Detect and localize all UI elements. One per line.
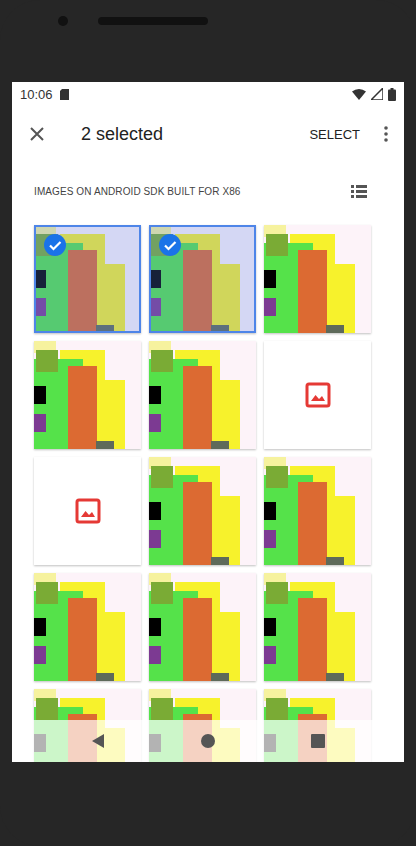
broken-image-icon <box>75 498 101 524</box>
battery-icon <box>388 88 396 101</box>
app-bar: 2 selectedSELECT <box>12 106 404 162</box>
subheader: IMAGES ON ANDROID SDK BUILT FOR X86 <box>12 162 404 220</box>
grid-item[interactable] <box>149 341 256 449</box>
list-view-icon[interactable] <box>351 185 367 198</box>
thumbnail <box>34 341 141 449</box>
wifi-icon <box>352 88 366 100</box>
grid-area <box>12 220 404 762</box>
close-icon[interactable] <box>29 126 45 142</box>
grid-item[interactable] <box>149 573 256 681</box>
image-grid <box>34 225 404 762</box>
screen: 10:06 2 selectedSELECT IMAGES ON ANDROID S… <box>12 82 404 762</box>
selection-title: 2 selected <box>81 124 309 145</box>
grid-item[interactable] <box>34 341 141 449</box>
check-icon <box>159 234 181 256</box>
grid-item[interactable] <box>264 341 371 449</box>
grid-item[interactable] <box>264 225 371 333</box>
select-button[interactable]: SELECT <box>309 123 360 146</box>
grid-item[interactable] <box>34 457 141 565</box>
broken-image-icon <box>305 382 331 408</box>
recents-icon[interactable] <box>311 734 325 748</box>
thumbnail <box>264 225 371 333</box>
thumbnail <box>149 573 256 681</box>
grid-item[interactable] <box>149 225 256 333</box>
thumbnail <box>149 341 256 449</box>
grid-item[interactable] <box>149 457 256 565</box>
grid-item[interactable] <box>264 457 371 565</box>
status-time: 10:06 <box>20 87 53 102</box>
thumbnail <box>264 573 371 681</box>
speaker-icon <box>98 17 208 25</box>
more-icon[interactable] <box>384 126 388 142</box>
thumbnail <box>149 457 256 565</box>
sd-card-icon <box>60 89 69 100</box>
emulator-frame: 10:06 2 selectedSELECT IMAGES ON ANDROID S… <box>0 0 416 846</box>
thumbnail <box>34 573 141 681</box>
grid-item[interactable] <box>34 573 141 681</box>
check-icon <box>44 234 66 256</box>
grid-item[interactable] <box>34 225 141 333</box>
navigation-bar <box>12 720 404 762</box>
camera-icon <box>58 16 68 26</box>
signal-icon <box>371 88 383 100</box>
status-bar: 10:06 <box>12 82 404 106</box>
subheader-title: IMAGES ON ANDROID SDK BUILT FOR X86 <box>34 186 241 197</box>
bottom-bezel <box>12 762 404 846</box>
back-icon[interactable] <box>91 733 105 749</box>
grid-item[interactable] <box>264 573 371 681</box>
thumbnail <box>264 457 371 565</box>
top-bezel <box>12 0 404 82</box>
home-icon[interactable] <box>200 733 216 749</box>
